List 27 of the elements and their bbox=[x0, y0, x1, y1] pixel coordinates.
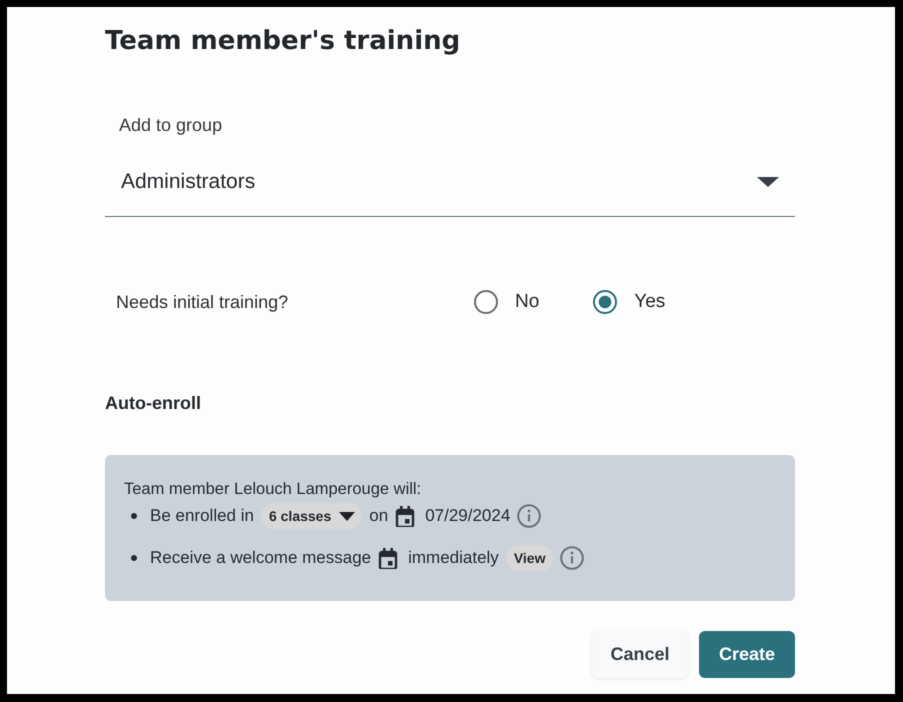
date-text: immediately bbox=[408, 548, 499, 568]
radio-button[interactable] bbox=[593, 290, 618, 314]
group-select[interactable]: Administrators bbox=[105, 153, 795, 217]
field-label: Add to group bbox=[119, 114, 222, 136]
caret-icon bbox=[339, 512, 356, 520]
calendar-icon bbox=[378, 548, 398, 568]
panel-intro: Team member Lelouch Lamperouge will: bbox=[124, 479, 422, 499]
bullet-icon bbox=[131, 513, 137, 519]
bullet-icon bbox=[131, 555, 137, 561]
item-text: Receive a welcome message bbox=[150, 548, 372, 568]
section-heading: Auto-enroll bbox=[105, 392, 201, 415]
radio-button[interactable] bbox=[474, 290, 498, 314]
dialog-title: Team member's training bbox=[105, 25, 460, 58]
classes-dropdown[interactable]: 6 classes bbox=[260, 503, 362, 529]
info-icon[interactable] bbox=[517, 504, 542, 528]
create-button[interactable]: Create bbox=[699, 631, 795, 678]
date-text: 07/29/2024 bbox=[425, 506, 510, 526]
calendar-icon bbox=[395, 506, 416, 526]
item-text: on bbox=[369, 506, 388, 526]
info-icon[interactable] bbox=[560, 546, 584, 570]
radio-option[interactable]: No bbox=[474, 289, 540, 315]
item-text: Be enrolled in bbox=[150, 506, 254, 526]
question-label: Needs initial training? bbox=[116, 291, 288, 314]
pill-button[interactable]: View bbox=[506, 545, 554, 571]
cancel-button[interactable]: Cancel bbox=[592, 631, 688, 678]
radio-option[interactable]: Yes bbox=[593, 289, 666, 315]
caret-icon bbox=[757, 177, 779, 187]
